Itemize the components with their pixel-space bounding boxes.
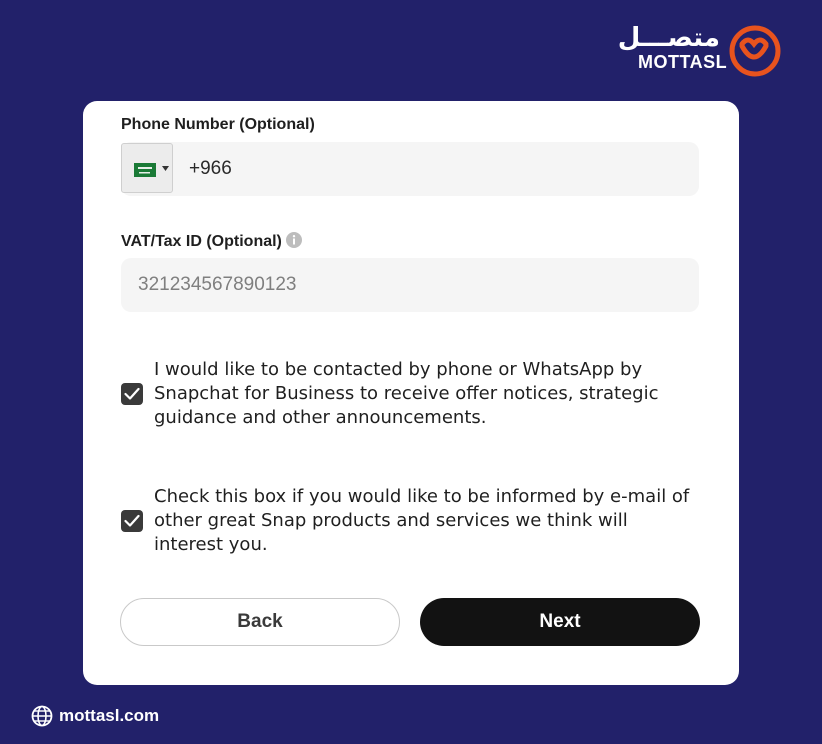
phone-number-input[interactable]	[181, 142, 689, 196]
brand-latin-name: MOTTASL	[638, 52, 728, 72]
next-button[interactable]: Next	[420, 598, 700, 646]
chevron-down-icon	[162, 166, 169, 171]
vat-tax-id-label: VAT/Tax ID (Optional)	[121, 232, 302, 251]
vat-tax-id-label-text: VAT/Tax ID (Optional)	[121, 233, 282, 250]
checkmark-icon	[124, 514, 140, 527]
smile-heart-icon	[729, 25, 781, 77]
phone-number-field	[121, 142, 699, 196]
checkmark-icon	[124, 387, 140, 400]
info-icon[interactable]	[285, 232, 302, 248]
consent-email-checkbox[interactable]	[121, 510, 143, 532]
country-code-selector[interactable]	[121, 143, 173, 193]
brand-arabic-name: متصـــل	[617, 23, 720, 53]
vat-tax-id-input[interactable]	[121, 258, 699, 312]
brand-logo: متصـــل MOTTASL	[617, 22, 786, 80]
consent-phone-text: I would like to be contacted by phone or…	[154, 359, 659, 428]
consent-phone-checkbox[interactable]	[121, 383, 143, 405]
website-url: mottasl.com	[59, 706, 160, 725]
globe-icon	[31, 705, 53, 727]
consent-email-text: Check this box if you would like to be i…	[154, 486, 690, 555]
signup-form-card: Phone Number (Optional) VAT/Tax ID (Opti…	[83, 101, 739, 685]
phone-number-label: Phone Number (Optional)	[121, 116, 315, 133]
back-button[interactable]: Back	[120, 598, 400, 646]
saudi-flag-icon	[134, 163, 156, 177]
